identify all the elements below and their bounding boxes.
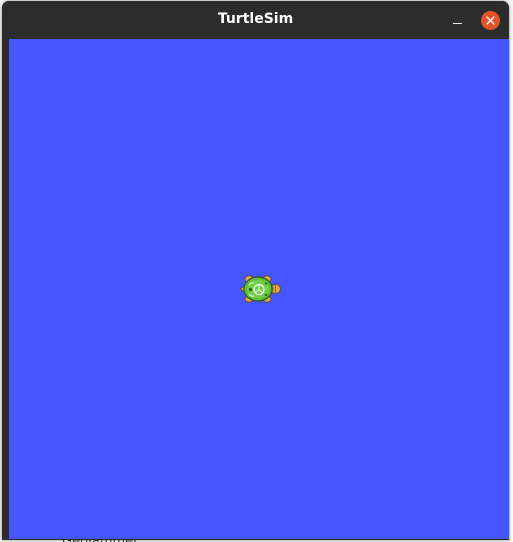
window-title: TurtleSim <box>217 11 294 27</box>
window-titlebar[interactable]: TurtleSim <box>2 1 509 38</box>
desktop: GeoJammer TurtleSim <box>0 0 513 542</box>
turtle-icon <box>239 275 281 303</box>
close-button[interactable] <box>481 11 500 30</box>
turtlesim-canvas[interactable] <box>9 39 509 539</box>
turtlesim-window: TurtleSim <box>2 1 509 540</box>
minimize-button[interactable] <box>448 10 468 30</box>
close-icon <box>486 16 495 25</box>
background-right-pane <box>509 40 513 542</box>
